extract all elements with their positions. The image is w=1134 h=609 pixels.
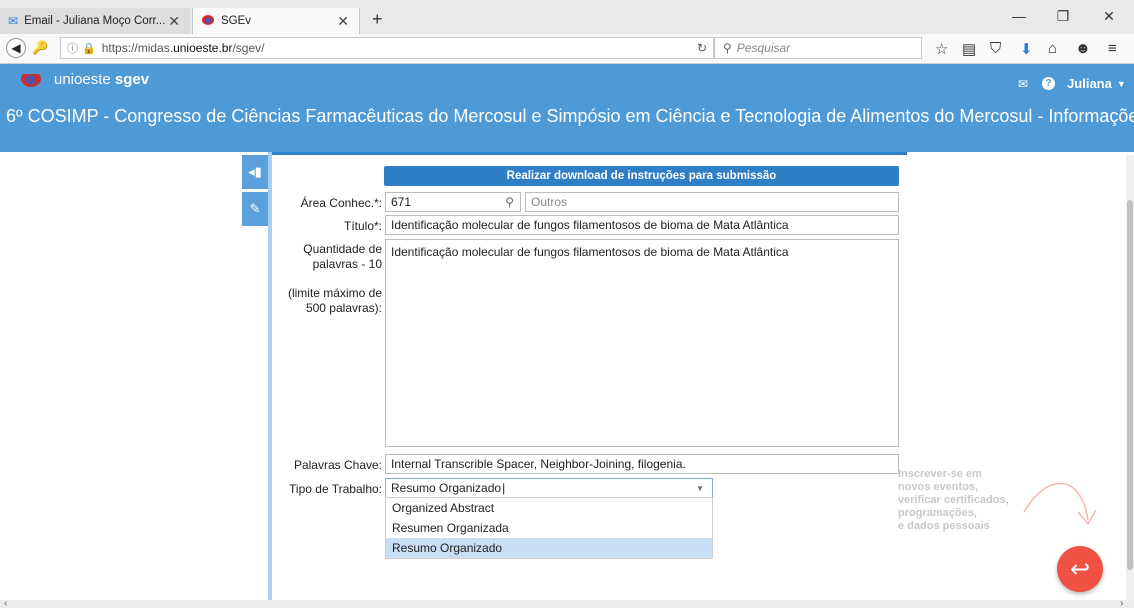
type-selected-value: Resumo Organizado xyxy=(391,481,502,495)
type-dropdown-list: Organized Abstract Resumen Organizada Re… xyxy=(385,497,713,559)
search-icon: ⚲ xyxy=(723,41,732,55)
attachment-icon[interactable]: ✎ xyxy=(242,192,268,226)
type-option-selected[interactable]: Resumo Organizado xyxy=(386,538,712,558)
promo-line: programações, xyxy=(898,507,977,519)
url-domain: unioeste.br xyxy=(173,41,233,55)
promo-line: verificar certificados, xyxy=(898,494,1009,506)
abstract-value: Identificação molecular de fungos filame… xyxy=(391,245,789,259)
caret-down-icon[interactable]: ▼ xyxy=(1117,79,1126,89)
logo-strong: sgev xyxy=(114,70,150,88)
curved-arrow-icon xyxy=(1023,482,1097,526)
search-placeholder: Pesquisar xyxy=(736,41,791,55)
chevron-down-icon[interactable]: ▼ xyxy=(696,484,704,493)
download-icon[interactable]: ⬇ xyxy=(1020,40,1033,58)
words-label-line4: 500 palavras): xyxy=(305,301,382,315)
tab-sgev[interactable]: SGEv ✕ xyxy=(192,8,360,34)
words-label-line1: Quantidade de xyxy=(303,242,382,256)
event-title: 6º COSIMP - Congresso de Ciências Farmac… xyxy=(6,106,1134,126)
emoji-icon[interactable]: ☻ xyxy=(1075,40,1091,57)
url-suffix: /sgev/ xyxy=(232,41,265,55)
download-instructions-button[interactable]: Realizar download de instruções para sub… xyxy=(384,166,899,186)
restore-window-button[interactable]: ❐ xyxy=(1048,8,1078,25)
unioeste-logo-icon xyxy=(20,70,42,88)
keywords-label: Palavras Chave: xyxy=(293,458,382,472)
help-icon[interactable]: ? xyxy=(1042,77,1056,90)
bookmarks-list-icon[interactable]: ▤ xyxy=(962,40,976,58)
keywords-input[interactable]: Internal Transcrible Spacer, Neighbor-Jo… xyxy=(385,454,899,474)
type-option[interactable]: Resumen Organizada xyxy=(386,518,712,538)
area-code-value: 671 xyxy=(391,195,412,209)
horizontal-scrollbar[interactable] xyxy=(0,600,1134,608)
content-top-border xyxy=(268,152,907,155)
content-left-border xyxy=(268,152,272,600)
logo-text: unioeste xyxy=(54,70,111,88)
area-label: Área Conhec.*: xyxy=(300,196,382,210)
area-code-input[interactable]: 671 ⚲ xyxy=(385,192,521,212)
info-icon: ⓘ xyxy=(67,43,78,55)
search-icon[interactable]: ⚲ xyxy=(505,195,514,209)
promo-line: Inscrever-se em xyxy=(898,468,982,480)
promo-hint: Inscrever-se em novos eventos, verificar… xyxy=(898,468,1009,533)
mail-icon: ✉ xyxy=(8,14,19,28)
close-tab-icon[interactable]: ✕ xyxy=(337,13,349,30)
type-option[interactable]: Organized Abstract xyxy=(386,498,712,518)
back-icon[interactable]: ◀ xyxy=(6,38,26,58)
close-tab-icon[interactable]: ✕ xyxy=(168,13,180,30)
new-tab-button[interactable]: + xyxy=(372,9,383,30)
menu-icon[interactable]: ≡ xyxy=(1108,40,1117,57)
envelope-icon[interactable]: ✉ xyxy=(1018,77,1028,91)
user-name[interactable]: Juliana xyxy=(1067,76,1112,91)
search-bar[interactable]: ⚲ Pesquisar xyxy=(714,37,922,59)
app-logo[interactable]: unioeste sgev xyxy=(20,70,149,88)
reply-fab-button[interactable]: ↩ xyxy=(1057,546,1103,592)
title-input[interactable]: Identificação molecular de fungos filame… xyxy=(385,215,899,235)
user-nav: ✉ ? Juliana ▼ xyxy=(1018,76,1126,91)
lock-icon: 🔒 xyxy=(82,42,96,55)
keywords-value: Internal Transcrible Spacer, Neighbor-Jo… xyxy=(391,457,686,471)
title-label: Título*: xyxy=(343,219,382,233)
close-window-button[interactable]: ✕ xyxy=(1094,8,1124,25)
scroll-left-icon[interactable]: ‹ xyxy=(4,598,7,609)
sidebar-toggle-icon[interactable]: ◂▮ xyxy=(242,155,268,189)
tab-sgev-label: SGEv xyxy=(221,15,252,27)
tab-email[interactable]: ✉ Email - Juliana Moço Corr... ✕ xyxy=(0,8,190,34)
promo-line: novos eventos, xyxy=(898,481,979,493)
url-bar[interactable]: ⓘ 🔒 https://midas. unioeste.br/sgev/ ↻ xyxy=(60,37,714,59)
type-select[interactable]: Resumo Organizado | ▼ xyxy=(385,478,713,498)
words-label-line3: (limite máximo de xyxy=(287,286,382,300)
title-value: Identificação molecular de fungos filame… xyxy=(391,218,789,232)
words-label-line2: palavras - 10 xyxy=(312,257,382,271)
area-description-value: Outros xyxy=(531,195,568,209)
pocket-icon[interactable]: ⛉ xyxy=(990,40,1001,57)
promo-line: e dados pessoais xyxy=(898,520,990,532)
sgev-favicon-icon xyxy=(201,14,215,29)
vertical-scrollbar-thumb[interactable] xyxy=(1127,200,1133,570)
home-icon[interactable]: ⌂ xyxy=(1048,40,1057,57)
bookmark-star-icon[interactable]: ☆ xyxy=(935,40,948,58)
area-description-field: Outros xyxy=(525,192,899,212)
reply-icon: ↩ xyxy=(1069,555,1091,583)
type-label: Tipo de Trabalho: xyxy=(289,482,382,496)
tab-email-label: Email - Juliana Moço Corr... xyxy=(24,15,166,27)
words-label: Quantidade de palavras - 10 (limite máxi… xyxy=(280,242,382,316)
abstract-textarea[interactable]: Identificação molecular de fungos filame… xyxy=(385,239,899,447)
reload-icon[interactable]: ↻ xyxy=(697,41,707,55)
key-icon: 🔑 xyxy=(32,40,49,55)
minimize-window-button[interactable]: — xyxy=(1004,8,1034,24)
url-prefix: https://midas. xyxy=(101,41,174,55)
scroll-right-icon[interactable]: › xyxy=(1120,598,1123,609)
